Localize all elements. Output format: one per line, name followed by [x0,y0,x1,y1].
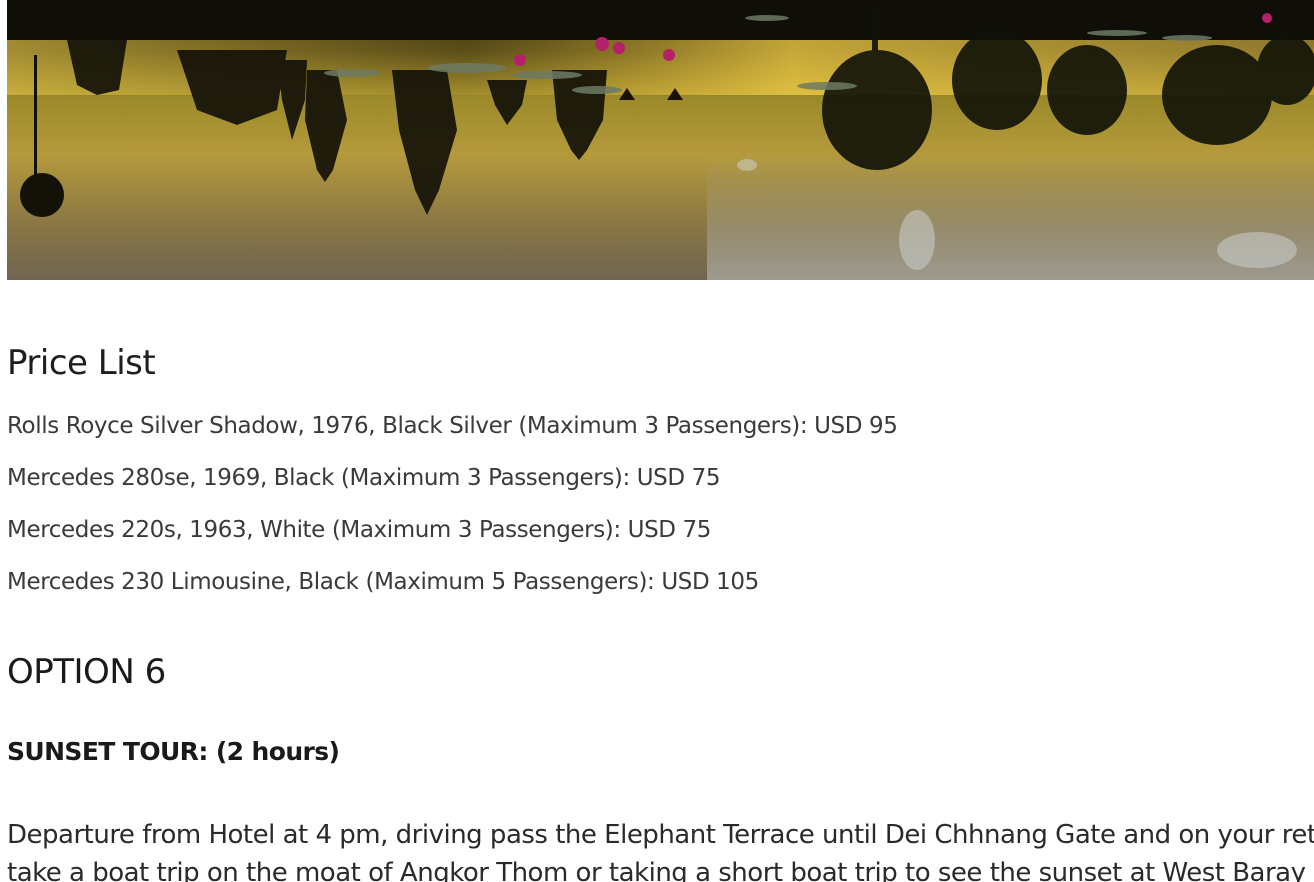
price-list-item: Mercedes 220s, 1963, White (Maximum 3 Pa… [7,517,711,543]
tour-description-line: take a boat trip on the moat of Angkor T… [7,858,1306,882]
price-list-item: Mercedes 230 Limousine, Black (Maximum 5… [7,569,759,595]
tour-title: SUNSET TOUR: (2 hours) [7,737,340,766]
angkor-wat-sunset-reflection-image [7,0,1314,280]
price-list-item: Mercedes 280se, 1969, Black (Maximum 3 P… [7,465,721,491]
tour-description-line: Departure from Hotel at 4 pm, driving pa… [7,820,1314,850]
option-title: OPTION 6 [7,652,166,692]
price-list-title: Price List [7,343,156,383]
price-list: Rolls Royce Silver Shadow, 1976, Black S… [7,400,898,608]
price-list-item: Rolls Royce Silver Shadow, 1976, Black S… [7,413,898,439]
tour-description: Departure from Hotel at 4 pm, driving pa… [7,816,1314,882]
hero-image [7,0,1314,280]
